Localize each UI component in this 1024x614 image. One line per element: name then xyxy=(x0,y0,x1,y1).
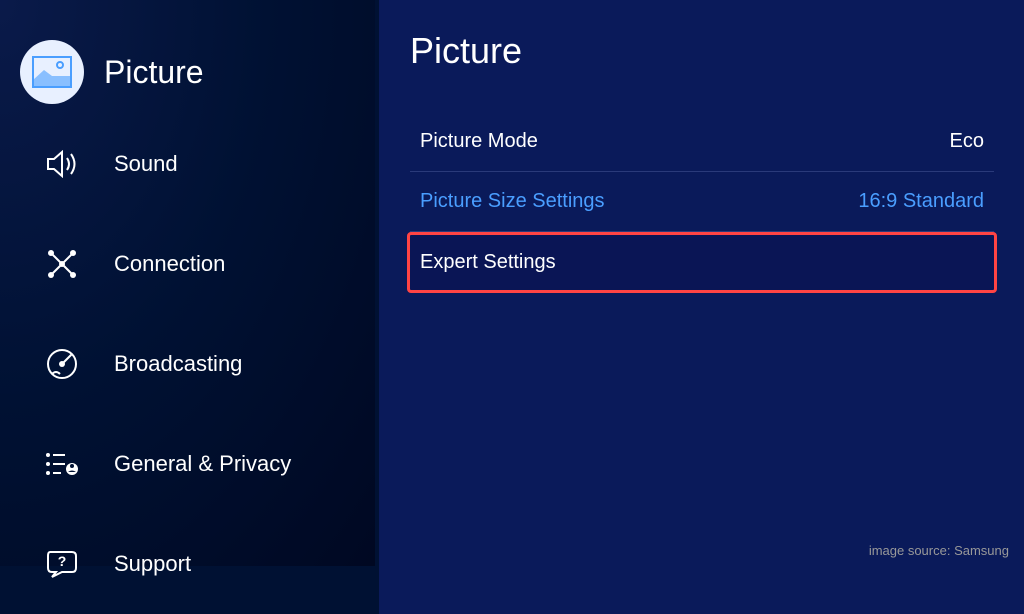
sidebar-item-broadcasting[interactable]: Broadcasting xyxy=(0,314,375,414)
main-content: Picture Picture Mode Eco Picture Size Se… xyxy=(375,0,1024,566)
settings-value: Eco xyxy=(950,130,984,153)
sound-icon xyxy=(30,132,94,196)
settings-label: Picture Mode xyxy=(420,130,538,153)
sidebar-item-connection[interactable]: Connection xyxy=(0,214,375,314)
settings-label: Expert Settings xyxy=(420,251,556,274)
settings-label: Picture Size Settings xyxy=(420,190,605,213)
broadcasting-icon xyxy=(30,332,94,396)
sidebar-item-general-privacy[interactable]: General & Privacy xyxy=(0,414,375,514)
sidebar-item-sound[interactable]: Sound xyxy=(0,114,375,214)
settings-row-expert-settings[interactable]: Expert Settings xyxy=(407,232,997,293)
page-title: Picture xyxy=(410,30,994,72)
sidebar-item-label: Broadcasting xyxy=(114,351,242,377)
settings-row-picture-size[interactable]: Picture Size Settings 16:9 Standard xyxy=(410,172,994,232)
connection-icon xyxy=(30,232,94,296)
svg-text:?: ? xyxy=(58,553,67,569)
sidebar-item-label: Connection xyxy=(114,251,225,277)
image-attribution: image source: Samsung xyxy=(869,543,1009,558)
sidebar: Picture Sound Connecti xyxy=(0,0,375,566)
support-icon: ? xyxy=(30,532,94,596)
sidebar-item-support[interactable]: ? Support xyxy=(0,514,375,614)
picture-icon xyxy=(20,40,84,104)
settings-row-picture-mode[interactable]: Picture Mode Eco xyxy=(410,112,994,172)
sidebar-item-label: Picture xyxy=(104,54,204,91)
sidebar-item-picture[interactable]: Picture xyxy=(0,30,375,114)
sidebar-item-label: Sound xyxy=(114,151,178,177)
sidebar-item-label: General & Privacy xyxy=(114,451,291,477)
settings-list: Picture Mode Eco Picture Size Settings 1… xyxy=(410,112,994,293)
settings-value: 16:9 Standard xyxy=(858,190,984,213)
general-privacy-icon xyxy=(30,432,94,496)
sidebar-item-label: Support xyxy=(114,551,191,577)
